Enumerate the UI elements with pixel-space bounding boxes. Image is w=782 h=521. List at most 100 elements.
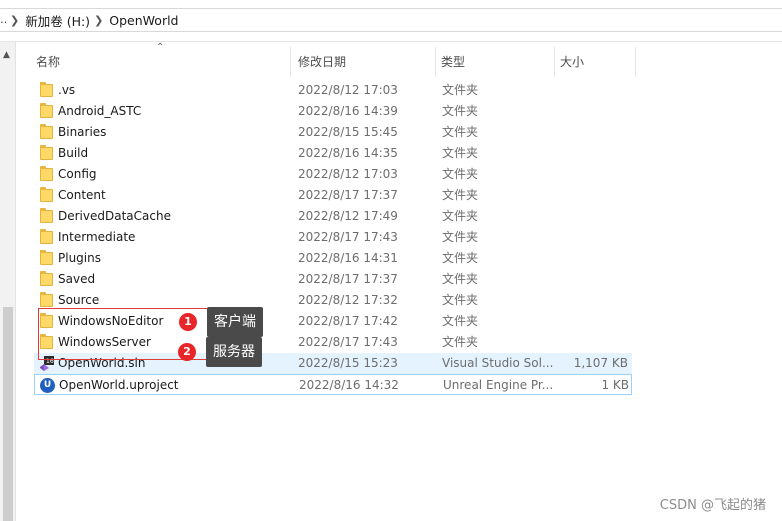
file-date: 2022/8/17 17:37 bbox=[298, 188, 398, 202]
file-type: 文件夹 bbox=[442, 209, 479, 223]
file-type: 文件夹 bbox=[442, 104, 479, 118]
file-row[interactable]: Build 2022/8/16 14:35 文件夹 bbox=[34, 143, 632, 164]
breadcrumb-drive[interactable]: 新加卷 (H:) bbox=[25, 11, 90, 30]
file-size bbox=[560, 290, 628, 311]
file-row[interactable]: Config 2022/8/12 17:03 文件夹 bbox=[34, 164, 632, 185]
folder-icon bbox=[39, 227, 55, 248]
file-name: Config bbox=[58, 167, 97, 181]
file-size bbox=[560, 227, 628, 248]
file-type: 文件夹 bbox=[442, 125, 479, 139]
folder-icon bbox=[39, 143, 55, 164]
file-type: 文件夹 bbox=[442, 314, 479, 328]
file-date: 2022/8/15 15:45 bbox=[298, 125, 398, 139]
file-row[interactable]: Content 2022/8/17 17:37 文件夹 bbox=[34, 185, 632, 206]
unreal-engine-icon: U bbox=[40, 375, 56, 396]
file-type: 文件夹 bbox=[442, 188, 479, 202]
folder-icon bbox=[39, 101, 55, 122]
file-name: Plugins bbox=[58, 251, 101, 265]
file-size bbox=[560, 101, 628, 122]
file-size bbox=[560, 185, 628, 206]
file-size: 1,107 KB bbox=[573, 356, 628, 370]
file-type: Visual Studio Sol... bbox=[442, 356, 554, 370]
folder-icon bbox=[39, 248, 55, 269]
file-date: 2022/8/12 17:03 bbox=[298, 167, 398, 181]
file-size bbox=[560, 269, 628, 290]
file-name: DerivedDataCache bbox=[58, 209, 171, 223]
navigation-pane-scrollbar[interactable]: ▲ bbox=[0, 42, 16, 521]
file-size bbox=[560, 332, 628, 353]
folder-icon bbox=[39, 122, 55, 143]
file-size bbox=[560, 248, 628, 269]
breadcrumb-folder[interactable]: OpenWorld bbox=[109, 13, 178, 28]
file-size bbox=[560, 122, 628, 143]
file-name: Content bbox=[58, 188, 106, 202]
annotation-callout-server: 服务器 bbox=[206, 337, 262, 367]
file-type: 文件夹 bbox=[442, 83, 479, 97]
file-size bbox=[560, 143, 628, 164]
file-date: 2022/8/16 14:32 bbox=[299, 378, 399, 392]
file-date: 2022/8/17 17:42 bbox=[298, 314, 398, 328]
file-row[interactable]: U OpenWorld.uproject 2022/8/16 14:32 Unreal… bbox=[34, 374, 632, 395]
chevron-right-icon[interactable]: ❯ bbox=[94, 14, 103, 27]
file-date: 2022/8/12 17:49 bbox=[298, 209, 398, 223]
file-size bbox=[560, 311, 628, 332]
file-row[interactable]: .vs 2022/8/12 17:03 文件夹 bbox=[34, 80, 632, 101]
scrollbar-thumb[interactable] bbox=[3, 307, 13, 521]
file-type: 文件夹 bbox=[442, 230, 479, 244]
file-type: 文件夹 bbox=[442, 251, 479, 265]
annotation-badge: 2 bbox=[178, 343, 196, 361]
watermark: CSDN @飞起的猪 bbox=[659, 498, 766, 513]
file-name: Intermediate bbox=[58, 230, 136, 244]
address-bar: … ❯ 新加卷 (H:) ❯ OpenWorld bbox=[0, 0, 782, 42]
annotation-label: 客户端 bbox=[214, 314, 256, 330]
file-type: 文件夹 bbox=[442, 335, 479, 349]
file-size bbox=[560, 164, 628, 185]
file-date: 2022/8/16 14:39 bbox=[298, 104, 398, 118]
file-row[interactable]: Intermediate 2022/8/17 17:43 文件夹 bbox=[34, 227, 632, 248]
annotation-badge: 1 bbox=[179, 313, 197, 331]
file-size bbox=[560, 80, 628, 101]
folder-icon bbox=[39, 269, 55, 290]
file-type: 文件夹 bbox=[442, 272, 479, 286]
file-name: .vs bbox=[58, 83, 76, 97]
annotation-highlight-box bbox=[38, 308, 234, 360]
file-type: Unreal Engine Pr... bbox=[443, 378, 554, 392]
folder-icon bbox=[39, 206, 55, 227]
column-header-type[interactable]: 类型 bbox=[436, 47, 555, 77]
folder-icon bbox=[39, 80, 55, 101]
breadcrumb[interactable]: … ❯ 新加卷 (H:) ❯ OpenWorld bbox=[0, 8, 782, 32]
folder-icon bbox=[39, 164, 55, 185]
file-row[interactable]: Android_ASTC 2022/8/16 14:39 文件夹 bbox=[34, 101, 632, 122]
scroll-up-arrow-icon[interactable]: ▲ bbox=[3, 50, 10, 60]
file-date: 2022/8/17 17:37 bbox=[298, 272, 398, 286]
file-row[interactable]: Plugins 2022/8/16 14:31 文件夹 bbox=[34, 248, 632, 269]
file-date: 2022/8/16 14:31 bbox=[298, 251, 398, 265]
column-header-size[interactable]: 大小 bbox=[555, 47, 636, 77]
column-header-row: ⌃ 名称 修改日期 类型 大小 bbox=[16, 42, 782, 82]
annotation-label: 服务器 bbox=[213, 344, 255, 360]
annotation-callout-client: 客户端 bbox=[207, 307, 263, 337]
file-size bbox=[560, 206, 628, 227]
file-row[interactable]: Binaries 2022/8/15 15:45 文件夹 bbox=[34, 122, 632, 143]
file-type: 文件夹 bbox=[442, 293, 479, 307]
file-row[interactable]: Saved 2022/8/17 17:37 文件夹 bbox=[34, 269, 632, 290]
file-type: 文件夹 bbox=[442, 146, 479, 160]
file-date: 2022/8/15 15:23 bbox=[298, 356, 398, 370]
file-date: 2022/8/17 17:43 bbox=[298, 335, 398, 349]
file-name: Android_ASTC bbox=[58, 104, 142, 118]
file-size: 1 KB bbox=[601, 378, 629, 392]
file-name: Binaries bbox=[58, 125, 107, 139]
file-date: 2022/8/12 17:03 bbox=[298, 83, 398, 97]
chevron-right-icon[interactable]: ❯ bbox=[10, 14, 19, 27]
file-name: Build bbox=[58, 146, 89, 160]
folder-icon bbox=[39, 185, 55, 206]
file-date: 2022/8/16 14:35 bbox=[298, 146, 398, 160]
file-name: Saved bbox=[58, 272, 96, 286]
file-date: 2022/8/17 17:43 bbox=[298, 230, 398, 244]
column-header-name[interactable]: 名称 bbox=[31, 47, 291, 77]
column-header-date[interactable]: 修改日期 bbox=[293, 47, 436, 77]
file-date: 2022/8/12 17:32 bbox=[298, 293, 398, 307]
file-row[interactable]: DerivedDataCache 2022/8/12 17:49 文件夹 bbox=[34, 206, 632, 227]
file-type: 文件夹 bbox=[442, 167, 479, 181]
address-overflow-glyph: … bbox=[0, 9, 6, 31]
